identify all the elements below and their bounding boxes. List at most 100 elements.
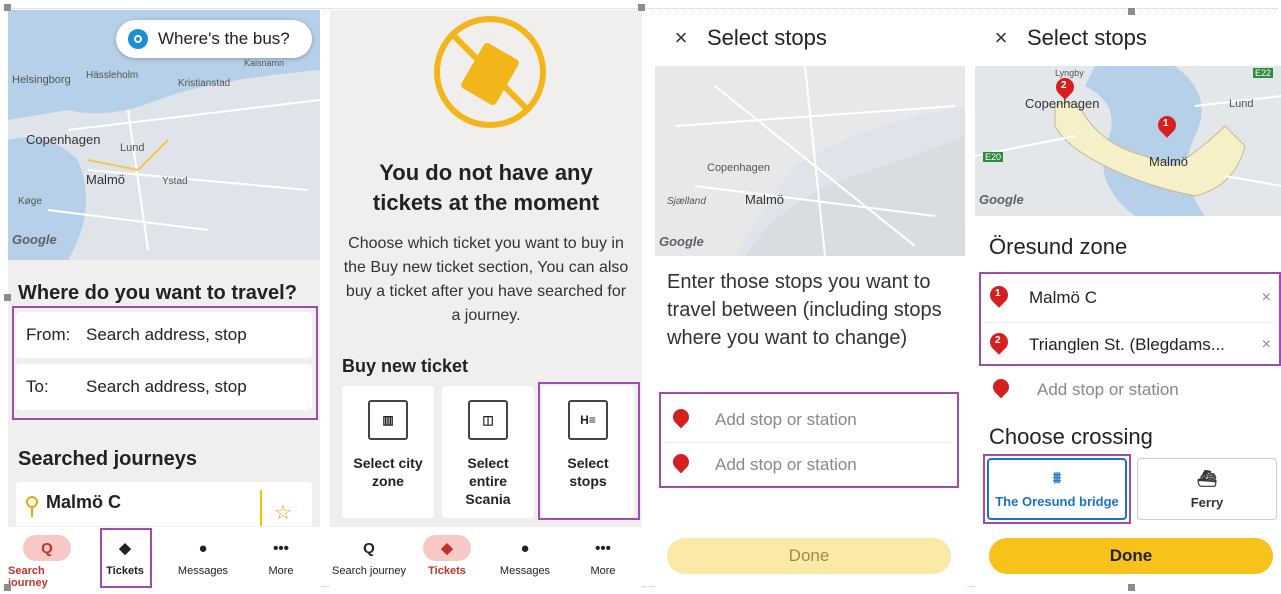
card-label: Select city zone bbox=[353, 455, 423, 489]
add-stop-input[interactable]: Add stop or station bbox=[1037, 380, 1179, 400]
map-label: Sjælland bbox=[667, 196, 706, 207]
nav-label: Messages bbox=[177, 565, 229, 577]
selection-handle[interactable] bbox=[4, 584, 11, 591]
map-label: Kaisnamn bbox=[244, 58, 285, 68]
wheres-the-bus-label: Where's the bus? bbox=[158, 29, 290, 48]
map[interactable]: Helsingborg Hässleholm Kristianstad Kais… bbox=[8, 10, 320, 260]
selection-handle[interactable] bbox=[638, 4, 645, 11]
highlight-box bbox=[538, 382, 640, 520]
select-stops-filled-screen: × Select stops Lyngby Copenhagen Lund Ma… bbox=[975, 10, 1281, 592]
bottom-navigation: Q Search journey ◆ Tickets ● Messages ••… bbox=[330, 526, 642, 592]
search-icon: Q bbox=[363, 539, 375, 557]
add-stop-row[interactable]: Add stop or station bbox=[983, 368, 1277, 412]
select-stops-empty-screen: × Select stops Copenhagen Sjælland Malmö… bbox=[655, 10, 965, 592]
ticket-icon: ◆ bbox=[423, 535, 471, 561]
nav-label: Search journey bbox=[332, 565, 406, 577]
nav-messages[interactable]: ● Messages bbox=[164, 527, 242, 592]
select-city-zone-card[interactable]: ▥ Select city zone bbox=[342, 386, 434, 518]
crossing-title: Choose crossing bbox=[989, 424, 1153, 449]
map[interactable]: Copenhagen Sjælland Malmö Google bbox=[655, 66, 965, 256]
page-title: Select stops bbox=[707, 25, 827, 50]
screenshot-canvas: Helsingborg Hässleholm Kristianstad Kais… bbox=[0, 0, 1281, 594]
top-bar: × Select stops bbox=[655, 10, 965, 66]
nav-tickets[interactable]: ◆ Tickets bbox=[408, 527, 486, 592]
map-marker-1[interactable]: 1 bbox=[1157, 116, 1177, 140]
message-icon: ● bbox=[520, 539, 530, 557]
map-label: E20 bbox=[983, 152, 1004, 162]
nav-label: Messages bbox=[499, 565, 551, 577]
crossing-label: Ferry bbox=[1190, 494, 1224, 510]
done-button-disabled[interactable]: Done bbox=[667, 538, 951, 574]
map-label: Hässleholm bbox=[86, 70, 139, 81]
close-icon[interactable]: × bbox=[975, 25, 1027, 51]
instructions-text: Enter those stops you want to travel bet… bbox=[667, 271, 942, 349]
searched-journeys-heading: Searched journeys bbox=[18, 448, 197, 470]
close-icon[interactable]: × bbox=[655, 25, 707, 51]
travel-question-heading: Where do you want to travel? bbox=[18, 282, 297, 304]
select-entire-scania-card[interactable]: ◫ Select entire Scania bbox=[442, 386, 534, 518]
journey-name: Malmö C bbox=[46, 492, 122, 512]
nav-more[interactable]: ••• More bbox=[242, 527, 320, 592]
highlight-box bbox=[12, 306, 318, 420]
nav-label: Search journey bbox=[8, 565, 48, 589]
no-tickets-description: Choose which ticket you want to buy in t… bbox=[343, 235, 629, 324]
more-icon: ••• bbox=[595, 539, 611, 557]
nav-messages[interactable]: ● Messages bbox=[486, 527, 564, 592]
nav-more[interactable]: ••• More bbox=[564, 527, 642, 592]
google-logo: Google bbox=[12, 232, 57, 247]
search-journey-screen: Helsingborg Hässleholm Kristianstad Kais… bbox=[8, 10, 320, 592]
zone-title: Öresund zone bbox=[989, 234, 1128, 259]
location-pin-icon bbox=[991, 379, 1011, 401]
scania-map-icon: ◫ bbox=[468, 400, 508, 440]
map-label: Lund bbox=[1229, 98, 1254, 110]
ferry-option[interactable]: ⛴ Ferry bbox=[1137, 458, 1277, 520]
bus-location-icon bbox=[128, 29, 148, 49]
card-label: Select entire Scania bbox=[465, 455, 511, 507]
bottom-navigation: Q Search journey ◆ Tickets ● Messages ••… bbox=[8, 526, 320, 592]
highlight-box bbox=[100, 528, 152, 588]
map-label: Malmö bbox=[86, 172, 126, 187]
buy-new-ticket-heading: Buy new ticket bbox=[342, 356, 469, 376]
highlight-box bbox=[659, 392, 959, 488]
map-label: Kristianstad bbox=[178, 78, 231, 89]
message-icon: ● bbox=[198, 539, 208, 557]
nav-label: More bbox=[268, 565, 294, 577]
nav-search-journey[interactable]: Q Search journey bbox=[8, 527, 86, 592]
map-label: Helsingborg bbox=[12, 74, 71, 86]
map[interactable]: Lyngby Copenhagen Lund Malmö E20 E22 2 1… bbox=[975, 66, 1281, 216]
map-label: Malmö bbox=[745, 192, 785, 207]
google-logo: Google bbox=[659, 234, 704, 249]
nav-label: More bbox=[590, 565, 616, 577]
ferry-icon: ⛴ bbox=[1196, 470, 1218, 488]
map-label: Copenhagen bbox=[26, 132, 101, 147]
map-label: Lund bbox=[120, 142, 145, 154]
map-label: Copenhagen bbox=[707, 162, 771, 174]
map-label: Lyngby bbox=[1055, 68, 1084, 78]
highlight-box bbox=[979, 272, 1281, 366]
more-icon: ••• bbox=[273, 539, 289, 557]
google-logo: Google bbox=[979, 192, 1024, 207]
selection-handle[interactable] bbox=[1128, 8, 1135, 15]
no-tickets-icon bbox=[434, 16, 546, 128]
done-button[interactable]: Done bbox=[989, 538, 1273, 574]
nav-search-journey[interactable]: Q Search journey bbox=[330, 527, 408, 592]
map-label: Køge bbox=[18, 196, 42, 207]
selection-handle[interactable] bbox=[4, 294, 11, 301]
star-icon[interactable]: ☆ bbox=[274, 500, 292, 525]
selection-handle[interactable] bbox=[1128, 584, 1135, 591]
tickets-screen: You do not have any tickets at the momen… bbox=[330, 10, 642, 592]
no-tickets-title: You do not have any tickets at the momen… bbox=[372, 160, 600, 215]
nav-label: Tickets bbox=[428, 565, 466, 577]
page-title: Select stops bbox=[1027, 25, 1147, 50]
map-label: Ystad bbox=[162, 176, 188, 187]
highlight-box bbox=[983, 454, 1131, 524]
search-icon: Q bbox=[23, 535, 71, 561]
map-label: E22 bbox=[1253, 68, 1274, 78]
wheres-the-bus-button[interactable]: Where's the bus? bbox=[116, 20, 312, 58]
selection-handle[interactable] bbox=[4, 4, 11, 11]
map-marker-2[interactable]: 2 bbox=[1055, 78, 1075, 102]
city-building-icon: ▥ bbox=[368, 400, 408, 440]
top-bar: × Select stops bbox=[975, 10, 1281, 66]
map-graphic bbox=[655, 66, 965, 256]
map-label: Malmö bbox=[1149, 154, 1189, 169]
